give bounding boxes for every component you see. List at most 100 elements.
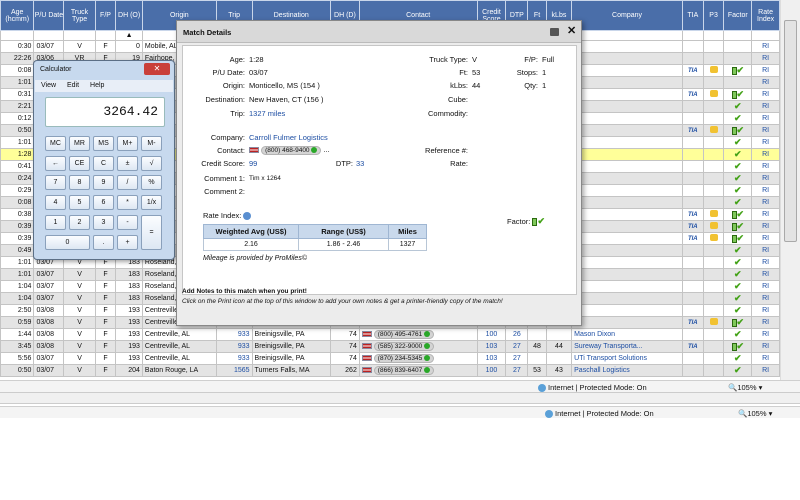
contact-phone[interactable]: (800) 495-4761 (373, 330, 435, 339)
column-header[interactable]: Company (571, 0, 683, 31)
rate-index-cell[interactable]: RI (751, 220, 780, 233)
trip-cell[interactable]: 933 (215, 340, 253, 353)
table-row[interactable]: 1:44 03/08 V F 193 Centreville, AL 933 Breinigs… (0, 328, 780, 341)
contact-phone[interactable]: (870) 234-5345 (373, 354, 435, 363)
trip-cell[interactable]: 933 (215, 328, 253, 341)
company-cell[interactable] (571, 136, 683, 149)
calc-key-backspace[interactable]: ← (45, 156, 66, 171)
calc-key-m+[interactable]: M+ (117, 136, 138, 151)
menu-view[interactable]: View (41, 82, 56, 89)
calc-key-mc[interactable]: MC (45, 136, 66, 151)
trip-link[interactable]: 1327 miles (249, 109, 285, 118)
company-cell[interactable] (571, 124, 683, 137)
company-cell[interactable]: UTi Transport Solutions (571, 352, 683, 365)
rate-index-cell[interactable]: RI (751, 172, 780, 185)
vertical-scrollbar[interactable] (780, 0, 800, 390)
company-cell[interactable] (571, 292, 683, 305)
company-cell[interactable] (571, 316, 683, 329)
calc-key-m-[interactable]: M- (141, 136, 162, 151)
calc-key-percent[interactable]: % (141, 175, 162, 190)
calc-key-5[interactable]: 5 (69, 195, 90, 210)
calc-key-plus[interactable]: + (117, 235, 138, 250)
company-cell[interactable] (571, 112, 683, 125)
company-cell[interactable] (571, 184, 683, 197)
contact-cell[interactable]: (866) 839-6407 (358, 364, 478, 377)
calc-key-decimal[interactable]: . (93, 235, 114, 250)
help-icon[interactable] (243, 212, 252, 221)
column-header[interactable]: Rate Index (751, 0, 780, 31)
rate-index-cell[interactable]: RI (751, 40, 780, 53)
calc-key-multiply[interactable]: * (117, 195, 138, 210)
company-cell[interactable] (571, 244, 683, 257)
rate-index-cell[interactable]: RI (751, 364, 780, 377)
rate-index-cell[interactable]: RI (751, 292, 780, 305)
rate-index-cell[interactable]: RI (751, 340, 780, 353)
menu-edit[interactable]: Edit (67, 82, 79, 89)
calc-key-plus-minus[interactable]: ± (117, 156, 138, 171)
credit-cell[interactable]: 103 (476, 340, 507, 353)
column-header[interactable]: Factor (723, 0, 753, 31)
rate-index-cell[interactable]: RI (751, 316, 780, 329)
company-cell[interactable]: Sureway Transporta... (571, 340, 683, 353)
dtp-cell[interactable]: 26 (505, 328, 529, 341)
calc-key-equals[interactable]: = (141, 215, 162, 250)
company-cell[interactable]: Paschall Logistics (571, 364, 683, 377)
zoom-icon[interactable]: 🔍 (728, 383, 737, 392)
contact-cell[interactable]: (800) 495-4761 (358, 328, 478, 341)
company-cell[interactable] (571, 160, 683, 173)
call-icon[interactable] (311, 147, 318, 154)
call-icon[interactable] (424, 343, 431, 350)
company-cell[interactable] (571, 88, 683, 101)
rate-index-cell[interactable]: RI (751, 328, 780, 341)
rate-index-cell[interactable]: RI (751, 304, 780, 317)
calc-key-9[interactable]: 9 (93, 175, 114, 190)
rate-index-cell[interactable]: RI (751, 124, 780, 137)
calc-key-7[interactable]: 7 (45, 175, 66, 190)
column-header[interactable]: F/P (94, 0, 117, 31)
print-icon[interactable] (550, 28, 559, 36)
calc-key-2[interactable]: 2 (69, 215, 90, 230)
zoom-level[interactable]: 105% (747, 409, 766, 418)
company-cell[interactable] (571, 268, 683, 281)
calc-key-8[interactable]: 8 (69, 175, 90, 190)
contact-phone[interactable]: (866) 839-6407 (373, 366, 435, 375)
company-cell[interactable] (571, 232, 683, 245)
company-cell[interactable] (571, 256, 683, 269)
contact-phone[interactable]: (585) 322-9000 (373, 342, 435, 351)
calc-key-reciprocal[interactable]: 1/x (141, 195, 162, 210)
rate-index-cell[interactable]: RI (751, 112, 780, 125)
calc-key-3[interactable]: 3 (93, 215, 114, 230)
rate-index-cell[interactable]: RI (751, 52, 780, 65)
rate-index-cell[interactable]: RI (751, 196, 780, 209)
credit-score-value[interactable]: 99 (249, 159, 257, 168)
more-ellipsis[interactable]: ... (323, 145, 329, 154)
calc-key-ce[interactable]: CE (69, 156, 90, 171)
call-icon[interactable] (424, 355, 431, 362)
calc-key-4[interactable]: 4 (45, 195, 66, 210)
company-cell[interactable] (571, 280, 683, 293)
calc-key-divide[interactable]: / (117, 175, 138, 190)
dtp-cell[interactable]: 27 (505, 352, 529, 365)
company-cell[interactable] (571, 52, 683, 65)
trip-cell[interactable]: 1565 (215, 364, 253, 377)
company-cell[interactable] (571, 76, 683, 89)
company-cell[interactable] (571, 100, 683, 113)
menu-help[interactable]: Help (90, 82, 104, 89)
calc-key-1[interactable]: 1 (45, 215, 66, 230)
table-row[interactable]: 0:50 03/07 V F 204 Baton Rouge, LA 1565 Turners… (0, 364, 780, 377)
column-header[interactable]: P3 (702, 0, 725, 31)
horizontal-scrollbar[interactable] (0, 392, 800, 404)
rate-index-cell[interactable]: RI (751, 64, 780, 77)
rate-index-cell[interactable]: RI (751, 232, 780, 245)
calc-key-0[interactable]: 0 (45, 235, 90, 250)
dtp-cell[interactable]: 27 (505, 340, 529, 353)
table-row[interactable]: 5:56 03/07 V F 193 Centreville, AL 933 Breinigs… (0, 352, 780, 365)
rate-index-cell[interactable]: RI (751, 184, 780, 197)
calc-key-6[interactable]: 6 (93, 195, 114, 210)
company-cell[interactable] (571, 148, 683, 161)
scrollbar-thumb[interactable] (784, 20, 797, 242)
rate-index-cell[interactable]: RI (751, 256, 780, 269)
contact-cell[interactable]: (870) 234-5345 (358, 352, 478, 365)
company-cell[interactable] (571, 64, 683, 77)
rate-index-cell[interactable]: RI (751, 100, 780, 113)
